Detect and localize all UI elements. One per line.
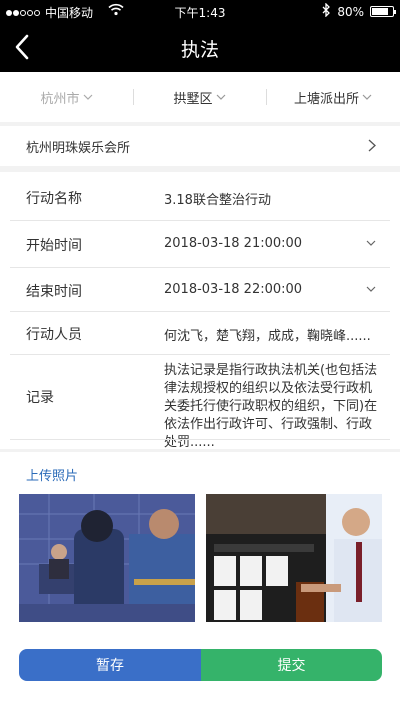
start-time-label: 开始时间 [26, 238, 82, 254]
upload-photos-link[interactable]: 上传照片 [26, 465, 78, 484]
photo-thumbnail-interrogation[interactable] [19, 494, 195, 622]
filter-city-label: 杭州市 [40, 91, 80, 107]
row-divider [10, 439, 390, 440]
chevron-right-icon [368, 139, 376, 152]
form-row-personnel[interactable]: 行动人员 何沈飞，楚飞翔，成成，鞠晓峰...... [0, 312, 400, 354]
battery-icon [370, 6, 396, 17]
chevron-down-icon [216, 94, 225, 100]
chevron-down-icon [362, 94, 372, 100]
nav-bar: 执法 [0, 22, 400, 72]
chevron-down-icon [366, 286, 376, 292]
action-form: 行动名称 3.18联合整治行动 开始时间 2018-03-18 21:00:00… [0, 172, 400, 450]
bluetooth-icon [322, 2, 331, 20]
save-draft-button[interactable]: 暂存 [19, 649, 201, 681]
personnel-value: 何沈飞，楚飞翔，成成，鞠晓峰...... [164, 329, 371, 344]
region-filter-bar: 杭州市 拱墅区 上塘派出所 [0, 72, 400, 122]
filter-city[interactable]: 杭州市 [0, 72, 133, 122]
form-row-record: 记录 执法记录是指行政执法机关(也包括法律法规授权的组织以及依法受行政机关委托行… [0, 355, 400, 450]
form-row-end-time[interactable]: 结束时间 2018-03-18 22:00:00 [0, 268, 400, 311]
end-time-label: 结束时间 [26, 284, 82, 300]
filter-district-label: 拱墅区 [173, 91, 213, 107]
action-name-value[interactable]: 3.18联合整治行动 [164, 189, 271, 208]
chevron-down-icon [366, 240, 376, 246]
form-row-action-name: 行动名称 3.18联合整治行动 [0, 172, 400, 220]
venue-name: 杭州明珠娱乐会所 [26, 141, 131, 156]
battery-percent: 80% [337, 4, 364, 19]
filter-police-station[interactable]: 上塘派出所 [266, 72, 400, 122]
personnel-label: 行动人员 [26, 327, 82, 343]
chevron-down-icon [83, 94, 92, 100]
photos-section: 上传照片 暂存 提交 [0, 452, 400, 710]
action-name-label: 行动名称 [26, 191, 82, 207]
status-bar: 中国移动 下午1:43 80% [0, 0, 400, 22]
filter-police-station-label: 上塘派出所 [293, 91, 359, 107]
start-time-value: 2018-03-18 21:00:00 [164, 236, 303, 251]
page-title: 执法 [180, 39, 219, 61]
record-label: 记录 [26, 390, 54, 406]
photo-thumbnail-evidence[interactable] [206, 494, 382, 622]
filter-district[interactable]: 拱墅区 [133, 72, 266, 122]
venue-selector[interactable]: 杭州明珠娱乐会所 [0, 126, 400, 166]
form-row-start-time[interactable]: 开始时间 2018-03-18 21:00:00 [0, 221, 400, 267]
submit-button[interactable]: 提交 [201, 649, 382, 681]
end-time-value: 2018-03-18 22:00:00 [164, 282, 303, 297]
